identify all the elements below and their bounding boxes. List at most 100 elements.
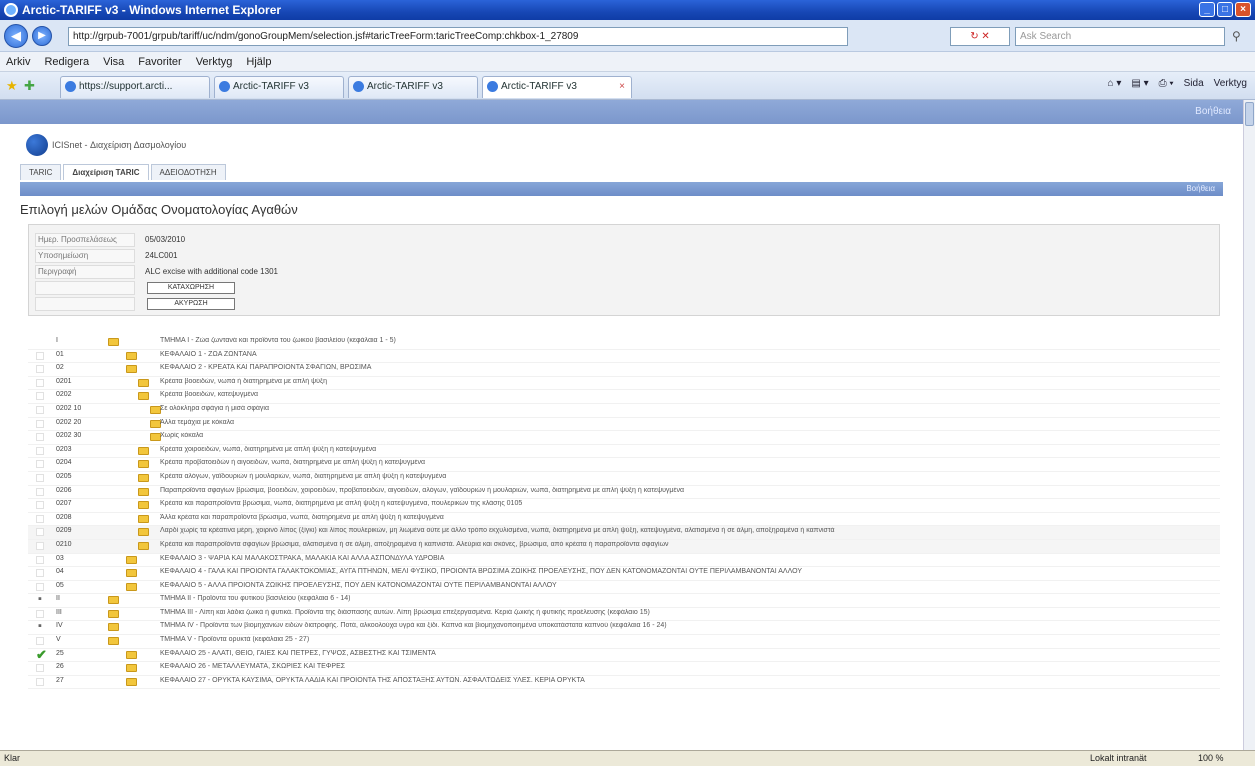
row-checkbox[interactable]: [36, 677, 44, 686]
page-menu[interactable]: Sida: [1184, 78, 1204, 89]
folder-icon[interactable]: [108, 637, 119, 646]
row-checkbox[interactable]: [36, 419, 44, 428]
row-checkbox[interactable]: [36, 609, 44, 618]
search-icon[interactable]: ⚲: [1232, 29, 1241, 43]
tab-taric-management[interactable]: Διαχείριση TARIC: [63, 164, 149, 180]
tree-row[interactable]: 05 ΚΕΦΑΛΑΙΟ 5 - ΑΛΛΑ ΠΡΟΙΟΝΤΑ ΖΩΙΚΗΣ ΠΡΟΕ…: [28, 581, 1220, 595]
menu-item[interactable]: Verktyg: [196, 56, 233, 68]
tree-row[interactable]: 0201 Κρέατα βοοειδών, νωπά ή διατηρημένα …: [28, 377, 1220, 391]
feeds-icon[interactable]: ▤ ▾: [1131, 78, 1148, 89]
tree-row[interactable]: 0210 Κρέατα και παραπροϊόντα σφαγίων βρώσ…: [28, 539, 1220, 554]
tree-row[interactable]: V ΤΜΗΜΑ V - Προϊόντα ορυκτά (κεφάλαια 25 …: [28, 635, 1220, 649]
folder-icon[interactable]: [138, 460, 149, 469]
folder-icon[interactable]: [126, 555, 137, 564]
help-link[interactable]: Βοήθεια: [1195, 106, 1231, 117]
tree-row[interactable]: 0205 Κρέατα αλόγων, γαϊδουριών ή μουλαριώ…: [28, 472, 1220, 486]
row-checkbox[interactable]: [36, 528, 44, 537]
refresh-stop-buttons[interactable]: ↻ ✕: [950, 27, 1010, 46]
forward-button[interactable]: ▶: [32, 26, 52, 46]
tree-row[interactable]: III ΤΜΗΜΑ III - Λίπη και λάδια ζωικά ή φυ…: [28, 608, 1220, 622]
folder-icon[interactable]: [126, 677, 137, 686]
zoom-level[interactable]: 100 %: [1198, 751, 1224, 766]
folder-icon[interactable]: [126, 582, 137, 591]
row-checkbox[interactable]: [36, 501, 44, 510]
menu-item[interactable]: Favoriter: [138, 56, 181, 68]
folder-icon[interactable]: [138, 528, 149, 537]
tree-row[interactable]: 02 ΚΕΦΑΛΑΙΟ 2 - ΚΡΕΑΤΑ ΚΑΙ ΠΑΡΑΠΡΟΙΟΝΤΑ Σ…: [28, 363, 1220, 377]
row-checkbox[interactable]: [36, 460, 44, 469]
favorites-star-icon[interactable]: ★: [6, 78, 18, 94]
row-checkbox[interactable]: [36, 351, 44, 360]
tree-row[interactable]: ✔ 25 ΚΕΦΑΛΑΙΟ 25 - ΑΛΑΤΙ, ΘΕΙΟ, ΓΑΙΕΣ ΚΑΙ …: [28, 648, 1220, 663]
row-checkbox[interactable]: ▪: [36, 621, 44, 632]
menu-item[interactable]: Redigera: [44, 56, 89, 68]
folder-icon[interactable]: [108, 338, 119, 346]
folder-icon[interactable]: [138, 473, 149, 482]
tree-row[interactable]: 0202 30 Χωρίς κόκαλα: [28, 431, 1220, 445]
add-favorite-icon[interactable]: ✚: [24, 78, 35, 94]
row-checkbox[interactable]: [36, 569, 44, 578]
browser-tab-2[interactable]: Arctic-TARIFF v3: [214, 76, 344, 98]
folder-icon[interactable]: [126, 650, 137, 659]
folder-icon[interactable]: [108, 609, 119, 618]
menu-item[interactable]: Visa: [103, 56, 124, 68]
row-checkbox[interactable]: [36, 378, 44, 387]
row-checkbox[interactable]: [36, 541, 44, 550]
home-icon[interactable]: ⌂ ▾: [1108, 78, 1122, 89]
folder-icon[interactable]: [138, 541, 149, 550]
tab-licensing[interactable]: ΑΔΕΙΟΔΟΤΗΣΗ: [150, 164, 226, 180]
menu-item[interactable]: Arkiv: [6, 56, 30, 68]
row-checkbox[interactable]: [36, 555, 44, 564]
folder-icon[interactable]: [138, 514, 149, 523]
maximize-button[interactable]: □: [1217, 2, 1233, 17]
back-button[interactable]: ◀: [4, 24, 28, 48]
tree-row[interactable]: I ΤΜΗΜΑ I - Ζώα ζωντανά και προϊόντα του …: [28, 336, 1220, 350]
row-checkbox[interactable]: [36, 446, 44, 455]
folder-icon[interactable]: [138, 392, 149, 401]
tree-row[interactable]: 0208 Άλλα κρέατα και παραπροϊόντα βρώσιμα…: [28, 513, 1220, 527]
folder-icon[interactable]: [138, 501, 149, 510]
cancel-button[interactable]: ΑΚΥΡΩΣΗ: [147, 298, 235, 310]
save-button[interactable]: ΚΑΤΑΧΩΡΗΣΗ: [147, 282, 235, 294]
tree-row[interactable]: 27 ΚΕΦΑΛΑΙΟ 27 - ΟΡΥΚΤΑ ΚΑΥΣΙΜΑ, ΟΡΥΚΤΑ Λ…: [28, 676, 1220, 690]
tree-row[interactable]: 0202 20 Άλλα τεμάχια με κόκαλα: [28, 418, 1220, 432]
address-input[interactable]: http://grpub-7001/grpub/tariff/uc/ndm/go…: [68, 27, 848, 46]
submenu-help-link[interactable]: Βοήθεια: [1186, 184, 1215, 193]
row-checkbox[interactable]: [36, 487, 44, 496]
tree-row[interactable]: 26 ΚΕΦΑΛΑΙΟ 26 - ΜΕΤΑΛΛΕΥΜΑΤΑ, ΣΚΩΡΙΕΣ ΚΑ…: [28, 662, 1220, 676]
tree-row[interactable]: 0204 Κρέατα προβατοειδών ή αιγοειδών, νωπ…: [28, 458, 1220, 472]
minimize-button[interactable]: _: [1199, 2, 1215, 17]
tree-row[interactable]: 0202 10 Σε ολόκληρα σφάγια ή μισά σφάγια: [28, 404, 1220, 418]
row-checkbox[interactable]: [36, 405, 44, 414]
folder-icon[interactable]: [126, 664, 137, 673]
tree-row[interactable]: 0202 Κρέατα βοοειδών, κατεψυγμένα: [28, 390, 1220, 404]
folder-icon[interactable]: [108, 623, 119, 632]
row-checkbox[interactable]: [36, 392, 44, 401]
tree-row[interactable]: 0209 Λαρδί χωρίς τα κρέατινα μέρη, χοιριν…: [28, 526, 1220, 540]
row-checkbox[interactable]: [36, 433, 44, 442]
row-checkbox[interactable]: [36, 514, 44, 523]
row-checkbox[interactable]: [36, 365, 44, 374]
tree-row[interactable]: 03 ΚΕΦΑΛΑΙΟ 3 - ΨΑΡΙΑ ΚΑΙ ΜΑΛΑΚΟΣΤΡΑΚΑ, Μ…: [28, 554, 1220, 568]
row-checkbox[interactable]: ▪: [36, 594, 44, 605]
tree-row[interactable]: 04 ΚΕΦΑΛΑΙΟ 4 - ΓΑΛΑ ΚΑΙ ΠΡΟΙΟΝΤΑ ΓΑΛΑΚΤΟ…: [28, 567, 1220, 581]
browser-tab-4-active[interactable]: Arctic-TARIFF v3 ×: [482, 76, 632, 98]
tree-row[interactable]: 01 ΚΕΦΑΛΑΙΟ 1 - ΖΩΑ ΖΩΝΤΑΝΑ: [28, 350, 1220, 364]
row-checkbox[interactable]: [36, 582, 44, 591]
browser-tab-1[interactable]: https://support.arcti...: [60, 76, 210, 98]
tree-row[interactable]: 0203 Κρέατα χοιροειδών, νωπά, διατηρημένα…: [28, 445, 1220, 459]
tab-taric[interactable]: TARIC: [20, 164, 62, 180]
folder-icon[interactable]: [138, 378, 149, 387]
print-icon[interactable]: ⎙ ▾: [1159, 78, 1174, 89]
folder-icon[interactable]: [126, 365, 137, 374]
tree-row[interactable]: 0206 Παραπροϊόντα σφαγίων βρώσιμα, βοοειδ…: [28, 486, 1220, 500]
folder-icon[interactable]: [138, 487, 149, 496]
checkmark-icon[interactable]: ✔: [36, 648, 47, 661]
close-button[interactable]: ×: [1235, 2, 1251, 17]
browser-tab-3[interactable]: Arctic-TARIFF v3: [348, 76, 478, 98]
tree-row[interactable]: ▪ IV ΤΜΗΜΑ IV - Προϊόντα των βιομηχανιών ε…: [28, 621, 1220, 636]
folder-icon[interactable]: [138, 446, 149, 455]
tab-close-icon[interactable]: ×: [619, 77, 625, 97]
row-checkbox[interactable]: [36, 637, 44, 646]
tree-row[interactable]: ▪ II ΤΜΗΜΑ II - Προϊόντα του φυτικού βασιλ…: [28, 594, 1220, 608]
